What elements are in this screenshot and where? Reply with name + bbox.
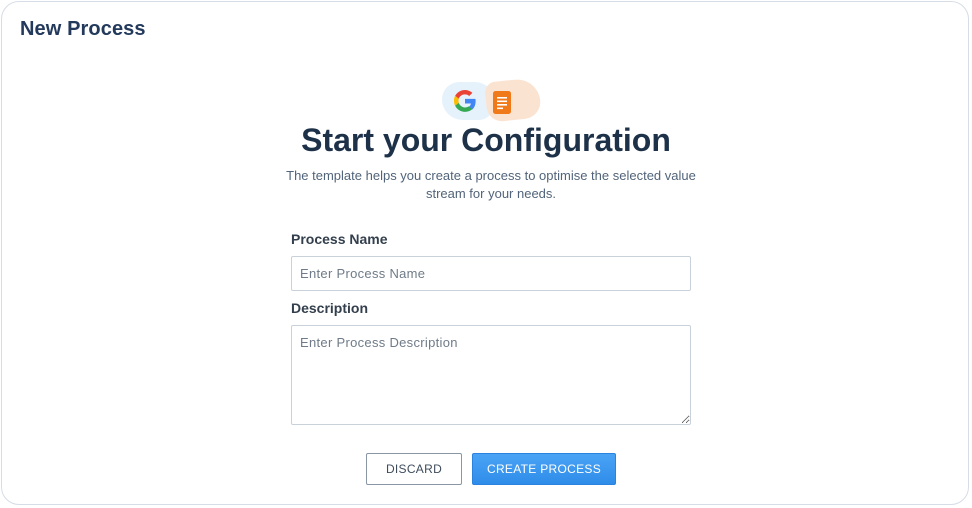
description-textarea[interactable]	[291, 325, 691, 425]
integration-logos	[440, 77, 544, 123]
configuration-subtitle: The template helps you create a process …	[286, 168, 696, 201]
document-icon	[493, 91, 511, 114]
create-process-button[interactable]: CREATE PROCESS	[472, 453, 616, 485]
page-title: New Process	[20, 18, 146, 40]
configuration-heading: Start your Configuration	[301, 122, 671, 158]
process-name-label: Process Name	[291, 231, 388, 247]
process-name-input[interactable]	[291, 256, 691, 291]
new-process-card: New Process	[1, 1, 969, 505]
discard-button[interactable]: DISCARD	[366, 453, 462, 485]
google-g-icon	[453, 89, 476, 112]
description-label: Description	[291, 300, 369, 316]
